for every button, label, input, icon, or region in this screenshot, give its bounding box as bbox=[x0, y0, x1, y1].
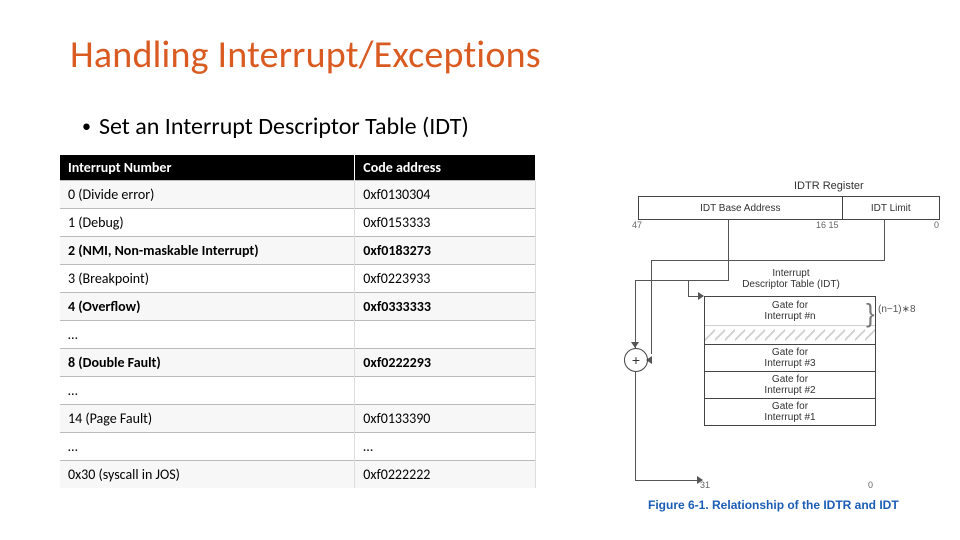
idtr-limit-field: IDT Limit bbox=[843, 197, 939, 219]
table-row: 8 (Double Fault)0xf0222293 bbox=[60, 349, 536, 377]
slide-title: Handling Interrupt/Exceptions bbox=[70, 32, 541, 78]
table-row: 3 (Breakpoint)0xf0223933 bbox=[60, 265, 536, 293]
idtr-base-field: IDT Base Address bbox=[639, 197, 843, 219]
table-row: 14 (Page Fault)0xf0133390 bbox=[60, 405, 536, 433]
bit-tick-16-15: 16 15 bbox=[816, 220, 839, 230]
cell: 3 (Breakpoint) bbox=[60, 265, 355, 293]
cell: 0xf0133390 bbox=[355, 405, 536, 433]
bullet-text: Set an Interrupt Descriptor Table (IDT) bbox=[99, 112, 469, 141]
table-row: …… bbox=[60, 433, 536, 461]
arrow-line-icon bbox=[635, 280, 636, 348]
cell: … bbox=[60, 377, 355, 405]
cell: … bbox=[60, 433, 355, 461]
gate-3: Gate for Interrupt #3 bbox=[705, 344, 875, 371]
table-header-interrupt: Interrupt Number bbox=[60, 155, 355, 181]
arrow-line-icon bbox=[651, 260, 885, 261]
table-header-row: Interrupt Number Code address bbox=[60, 155, 536, 181]
slide: Handling Interrupt/Exceptions • Set an In… bbox=[0, 0, 960, 540]
arrow-line-icon bbox=[635, 372, 636, 480]
bit-tick-47: 47 bbox=[632, 220, 642, 230]
brace-n-label: (n−1)∗8 bbox=[878, 304, 916, 315]
axis-0: 0 bbox=[868, 480, 873, 490]
cell: 0 (Divide error) bbox=[60, 181, 355, 209]
table-row: 1 (Debug)0xf0153333 bbox=[60, 209, 536, 237]
table-row: 0x30 (syscall in JOS)0xf0222222 bbox=[60, 461, 536, 489]
arrow-line-icon bbox=[635, 480, 697, 481]
idtr-diagram: IDTR Register IDT Base Address IDT Limit… bbox=[548, 180, 948, 510]
cell: 0xf0153333 bbox=[355, 209, 536, 237]
table-row: … bbox=[60, 377, 536, 405]
gate-2: Gate for Interrupt #2 bbox=[705, 371, 875, 398]
idt-table: Interrupt Number Code address 0 (Divide … bbox=[60, 155, 536, 488]
idt-stack: Gate for Interrupt #n Gate for Interrupt… bbox=[704, 296, 876, 426]
cell: 0xf0183273 bbox=[355, 237, 536, 265]
cell: 0xf0333333 bbox=[355, 293, 536, 321]
cell: 0xf0222222 bbox=[355, 461, 536, 489]
axis-31: 31 bbox=[700, 480, 710, 490]
cell: 1 (Debug) bbox=[60, 209, 355, 237]
gate-1: Gate for Interrupt #1 bbox=[705, 398, 875, 425]
plus-adder-icon: + bbox=[624, 348, 648, 372]
cell bbox=[355, 321, 536, 349]
cell: … bbox=[355, 433, 536, 461]
cell: 2 (NMI, Non-maskable Interrupt) bbox=[60, 237, 355, 265]
arrow-line-icon bbox=[635, 280, 729, 281]
figure-caption: Figure 6-1. Relationship of the IDTR and… bbox=[648, 498, 899, 512]
cell: 0x30 (syscall in JOS) bbox=[60, 461, 355, 489]
bullet-line: • Set an Interrupt Descriptor Table (IDT) bbox=[82, 112, 469, 141]
idt-title-label: Interrupt Descriptor Table (IDT) bbox=[736, 268, 846, 290]
arrow-line-icon bbox=[651, 260, 652, 354]
bullet-dot-icon: • bbox=[82, 115, 91, 137]
table-row: 0 (Divide error)0xf0130304 bbox=[60, 181, 536, 209]
arrow-line-icon bbox=[688, 280, 689, 296]
cell: 0xf0222293 bbox=[355, 349, 536, 377]
ellipsis-zigzag-icon bbox=[705, 325, 875, 344]
cell: … bbox=[60, 321, 355, 349]
cell: 0xf0130304 bbox=[355, 181, 536, 209]
cell bbox=[355, 377, 536, 405]
cell: 0xf0223933 bbox=[355, 265, 536, 293]
table-row: … bbox=[60, 321, 536, 349]
cell: 14 (Page Fault) bbox=[60, 405, 355, 433]
cell: 8 (Double Fault) bbox=[60, 349, 355, 377]
cell: 4 (Overflow) bbox=[60, 293, 355, 321]
table-header-address: Code address bbox=[355, 155, 536, 181]
arrow-line-icon bbox=[728, 220, 729, 280]
bit-tick-0: 0 bbox=[934, 220, 939, 230]
arrow-line-icon bbox=[884, 220, 885, 260]
idtr-box: IDT Base Address IDT Limit bbox=[638, 196, 940, 220]
idtr-register-label: IDTR Register bbox=[794, 180, 864, 192]
gate-n: Gate for Interrupt #n bbox=[705, 296, 875, 325]
arrow-line-icon bbox=[688, 296, 698, 297]
table-row: 4 (Overflow)0xf0333333 bbox=[60, 293, 536, 321]
table-row: 2 (NMI, Non-maskable Interrupt)0xf018327… bbox=[60, 237, 536, 265]
